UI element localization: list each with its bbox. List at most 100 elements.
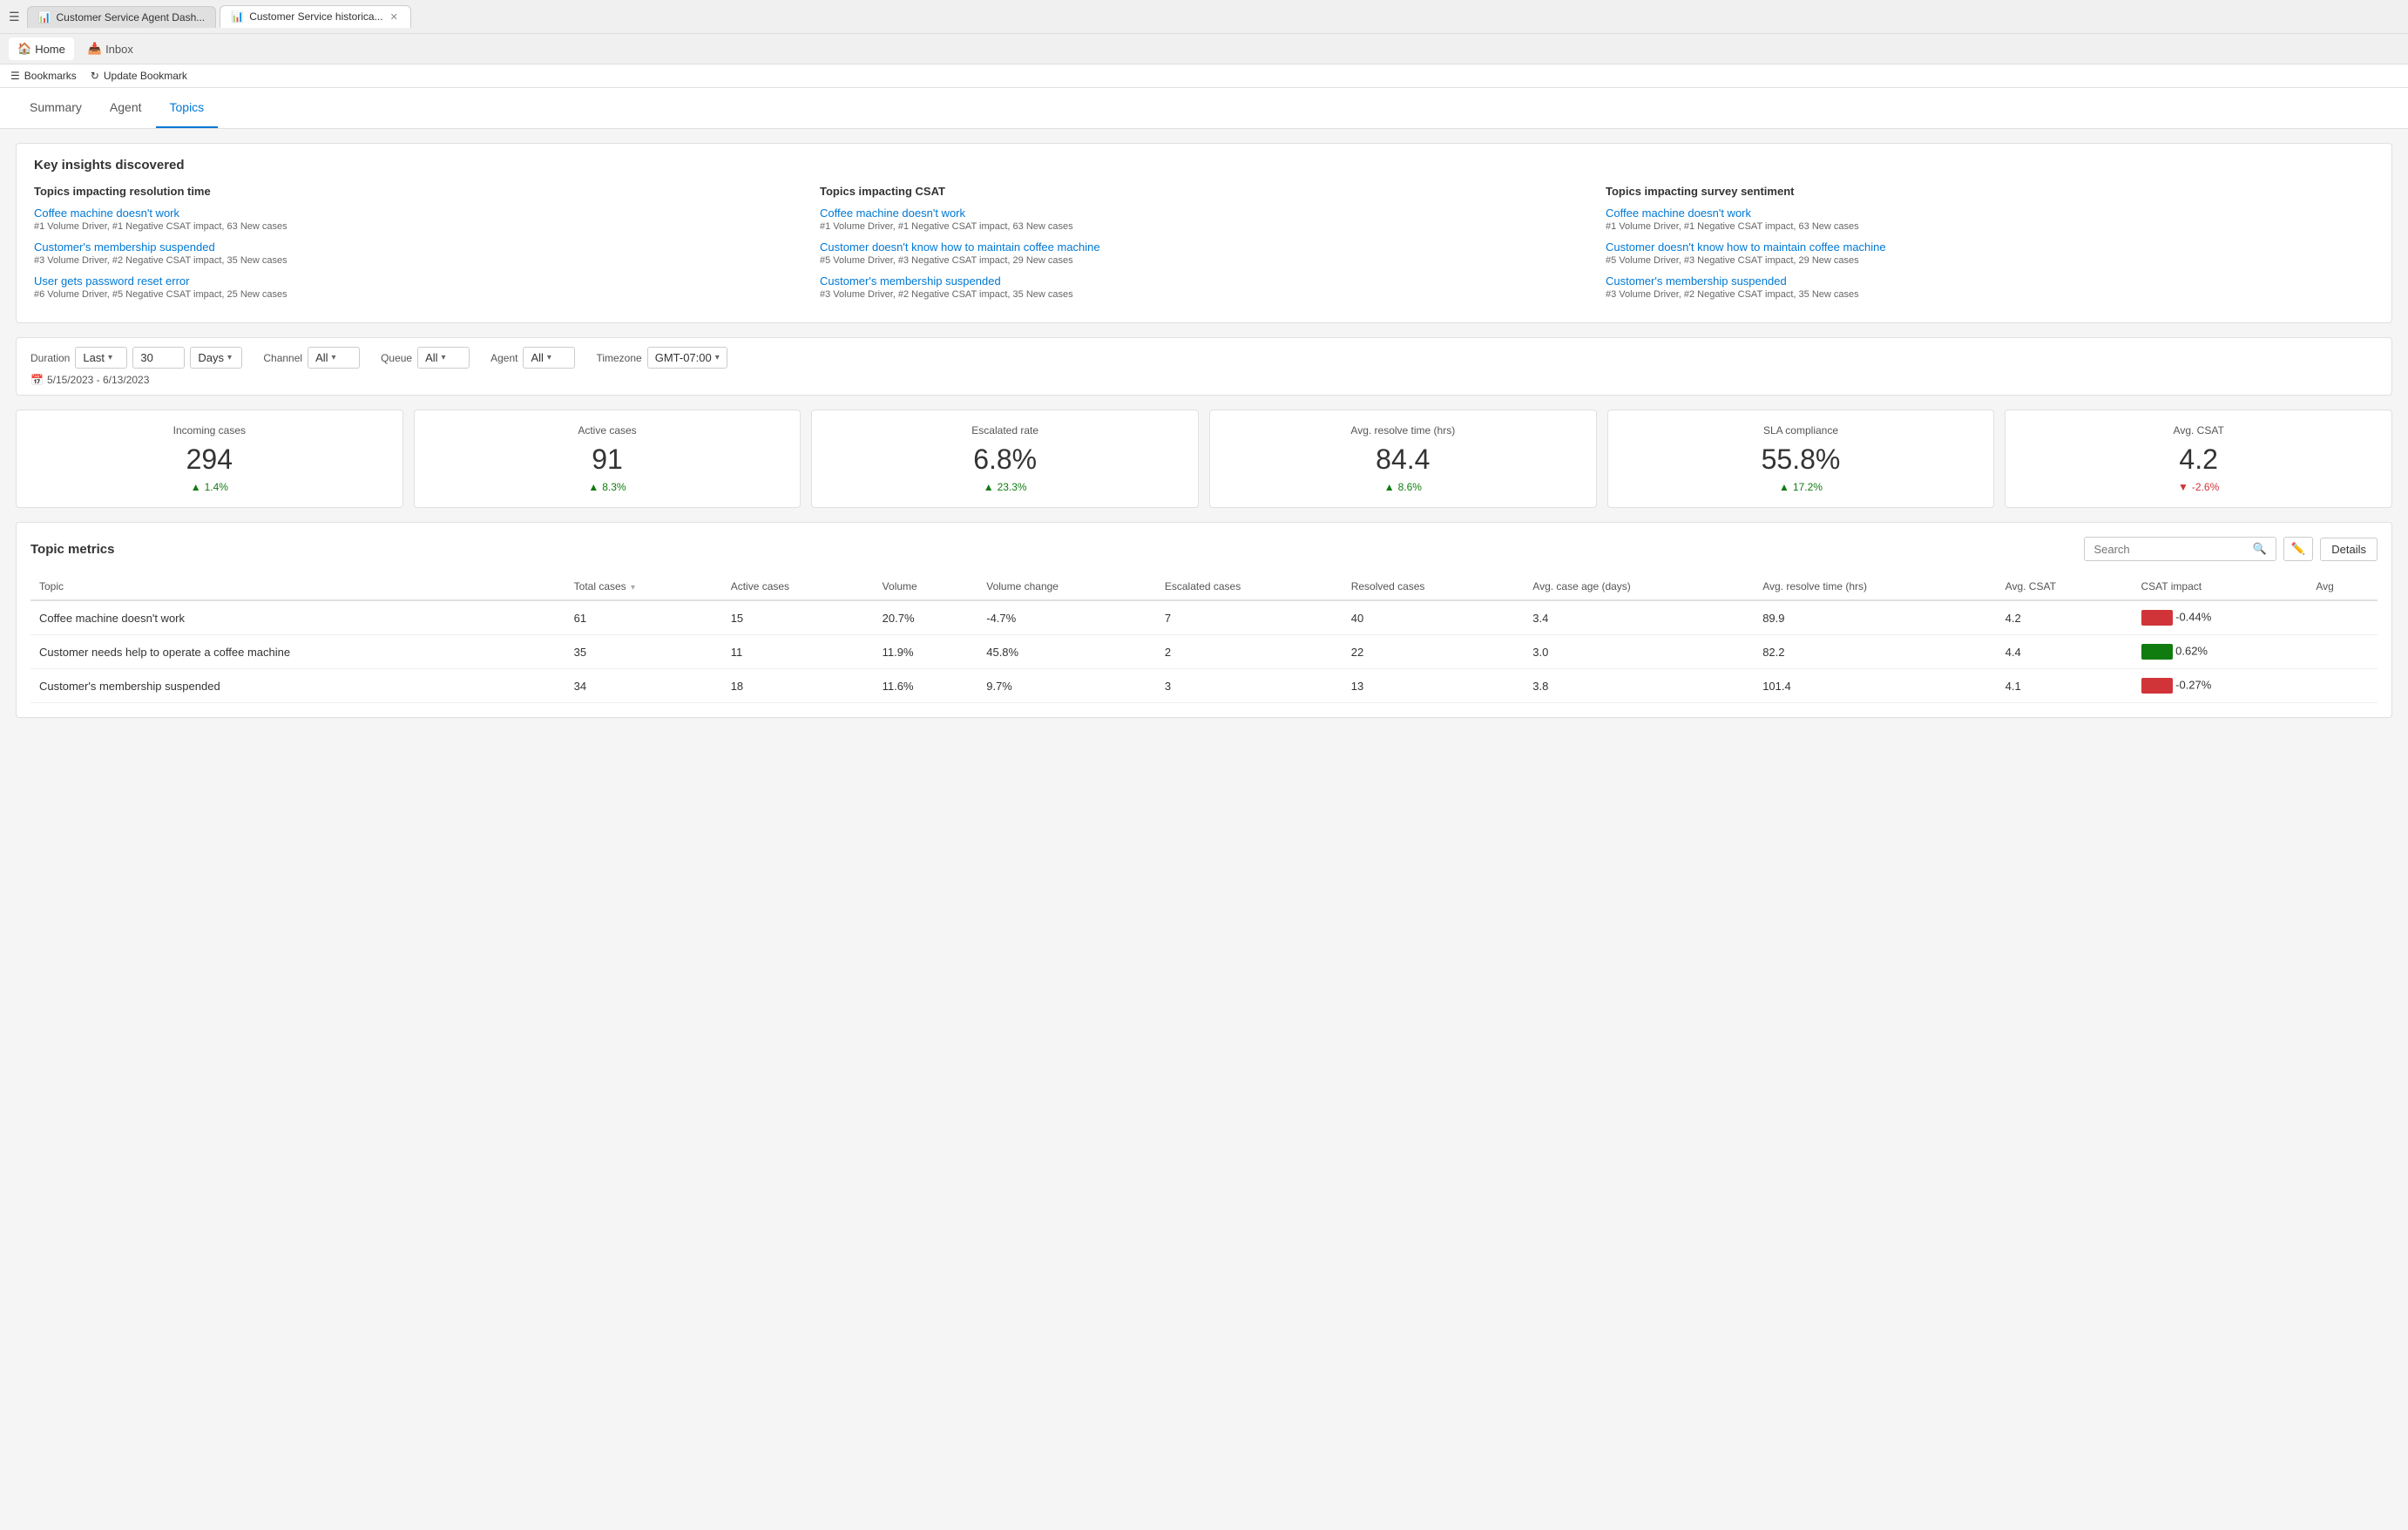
csat-bar-3 [2141,678,2173,694]
row3-escalated: 3 [1156,669,1343,703]
row3-volume: 11.6% [874,669,978,703]
row3-topic: Customer's membership suspended [30,669,565,703]
insights-title: Key insights discovered [34,158,2374,173]
tab-summary[interactable]: Summary [16,88,96,128]
insight-meta-3-1: #1 Volume Driver, #1 Negative CSAT impac… [1606,221,2374,232]
nav-inbox-label: Inbox [105,43,133,56]
search-box[interactable]: 🔍 [2084,537,2276,561]
filter-agent: Agent All ▾ [490,347,575,369]
insight-meta-1-1: #1 Volume Driver, #1 Negative CSAT impac… [34,221,802,232]
col-total-cases[interactable]: Total cases ▾ [565,573,722,600]
table-scroll[interactable]: Topic Total cases ▾ Active cases Volume [30,573,2378,703]
tab-topics[interactable]: Topics [156,88,219,128]
metric-avg-csat: Avg. CSAT 4.2 ▼ -2.6% [2005,410,2392,508]
insight-meta-2-1: #1 Volume Driver, #1 Negative CSAT impac… [820,221,1588,232]
filter-queue: Queue All ▾ [381,347,470,369]
topic-metrics-section: Topic metrics 🔍 ✏️ Details Topic [16,522,2392,718]
details-button[interactable]: Details [2320,538,2378,561]
row1-escalated: 7 [1156,600,1343,635]
tab-historical[interactable]: 📊 Customer Service historica... ✕ [220,5,411,28]
row2-topic: Customer needs help to operate a coffee … [30,635,565,669]
filters-row: Duration Last ▾ 30 Days ▾ Channel All ▾ [16,337,2392,396]
duration-prefix-chevron: ▾ [108,353,112,362]
timezone-select[interactable]: GMT-07:00 ▾ [647,347,727,369]
nav-inbox[interactable]: 📥 Inbox [79,37,142,60]
date-range: 📅 5/15/2023 - 6/13/2023 [30,374,2378,386]
metric-value-1: 91 [429,443,787,476]
row1-volume: 20.7% [874,600,978,635]
duration-prefix-select[interactable]: Last ▾ [75,347,127,369]
insight-link-2-3[interactable]: Customer's membership suspended [820,274,1588,288]
insight-link-1-1[interactable]: Coffee machine doesn't work [34,206,802,220]
insight-link-3-2[interactable]: Customer doesn't know how to maintain co… [1606,240,2374,254]
insight-link-2-1[interactable]: Coffee machine doesn't work [820,206,1588,220]
csat-bar-2 [2141,644,2173,660]
row1-resolved: 40 [1343,600,1525,635]
metric-avg-resolve: Avg. resolve time (hrs) 84.4 ▲ 8.6% [1209,410,1597,508]
duration-suffix-select[interactable]: Days ▾ [190,347,242,369]
table-body: Coffee machine doesn't work 61 15 20.7% … [30,600,2378,703]
bookmarks-menu[interactable]: ☰ Bookmarks [10,70,77,82]
filter-items: Duration Last ▾ 30 Days ▾ Channel All ▾ [30,347,2378,369]
row1-age: 3.4 [1524,600,1754,635]
row2-vol-change: 45.8% [977,635,1156,669]
insights-col-title-3: Topics impacting survey sentiment [1606,185,2374,198]
refresh-icon: ↻ [91,70,99,82]
tab-agent-dash[interactable]: 📊 Customer Service Agent Dash... [27,6,217,28]
tab-icon-1: 📊 [38,11,51,24]
home-icon: 🏠 [17,42,31,56]
row3-resolved: 13 [1343,669,1525,703]
timezone-chevron: ▾ [715,353,720,362]
nav-tabs: Summary Agent Topics [0,88,2408,129]
row3-resolve-time: 101.4 [1754,669,1996,703]
browser-bar: ☰ 📊 Customer Service Agent Dash... 📊 Cus… [0,0,2408,34]
row3-csat-impact: -0.27% [2133,669,2308,703]
tab-icon-2: 📊 [231,10,244,23]
metric-title-1: Active cases [429,424,787,437]
search-input[interactable] [2093,543,2247,556]
row1-resolve-time: 89.9 [1754,600,1996,635]
col-volume-change: Volume change [977,573,1156,600]
edit-icon-button[interactable]: ✏️ [2283,537,2314,561]
table-row: Customer needs help to operate a coffee … [30,635,2378,669]
insight-meta-3-2: #5 Volume Driver, #3 Negative CSAT impac… [1606,255,2374,266]
arrow-up-4: ▲ [1779,481,1789,493]
insight-link-2-2[interactable]: Customer doesn't know how to maintain co… [820,240,1588,254]
tab-close-button[interactable]: ✕ [389,11,400,23]
col-escalated: Escalated cases [1156,573,1343,600]
arrow-up-3: ▲ [1384,481,1395,493]
metric-title-3: Avg. resolve time (hrs) [1224,424,1582,437]
metric-value-4: 55.8% [1622,443,1980,476]
duration-value-select[interactable]: 30 [132,347,185,369]
menu-icon[interactable]: ☰ [9,10,20,24]
arrow-down-5: ▼ [2178,481,2188,493]
row1-active: 15 [722,600,874,635]
insight-link-1-3[interactable]: User gets password reset error [34,274,802,288]
row2-escalated: 2 [1156,635,1343,669]
row3-avg [2307,669,2378,703]
update-bookmark-label: Update Bookmark [104,70,187,82]
col-avg-resolve: Avg. resolve time (hrs) [1754,573,1996,600]
row3-vol-change: 9.7% [977,669,1156,703]
queue-select[interactable]: All ▾ [417,347,470,369]
metric-value-5: 4.2 [2019,443,2378,476]
tab-agent[interactable]: Agent [96,88,156,128]
metrics-row: Incoming cases 294 ▲ 1.4% Active cases 9… [16,410,2392,508]
agent-select[interactable]: All ▾ [523,347,575,369]
insight-link-3-1[interactable]: Coffee machine doesn't work [1606,206,2374,220]
nav-home[interactable]: 🏠 Home [9,37,74,60]
metric-change-1: ▲ 8.3% [429,481,787,493]
metric-change-text-2: 23.3% [998,481,1027,493]
insight-link-1-2[interactable]: Customer's membership suspended [34,240,802,254]
update-bookmark-button[interactable]: ↻ Update Bookmark [91,70,187,82]
arrow-up-2: ▲ [984,481,994,493]
metric-change-4: ▲ 17.2% [1622,481,1980,493]
insight-link-3-3[interactable]: Customer's membership suspended [1606,274,2374,288]
insights-card: Key insights discovered Topics impacting… [16,143,2392,323]
row2-avg [2307,635,2378,669]
insights-col-csat: Topics impacting CSAT Coffee machine doe… [820,185,1588,308]
sort-icon-total: ▾ [631,583,635,592]
bookmarks-icon: ☰ [10,70,20,82]
agent-value: All [531,351,543,364]
channel-select[interactable]: All ▾ [308,347,360,369]
